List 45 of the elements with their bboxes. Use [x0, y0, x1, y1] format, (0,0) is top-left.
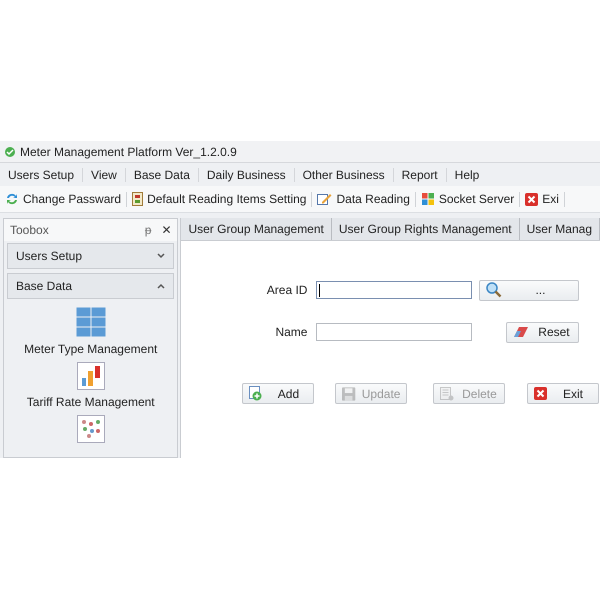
input-field[interactable] — [316, 281, 472, 299]
toolbar-button[interactable]: Data Reading — [312, 192, 416, 206]
save-icon — [342, 386, 356, 400]
scatter-icon — [76, 415, 105, 443]
toolbar-button[interactable]: Socket Server — [416, 192, 520, 206]
refresh-icon — [5, 192, 19, 206]
input-field[interactable] — [316, 323, 472, 341]
toolbar-button[interactable]: Exi — [520, 192, 565, 206]
window-title: Meter Management Platform Ver_1.2.0.9 — [20, 144, 237, 158]
search-icon — [486, 282, 502, 298]
app-icon — [3, 146, 17, 158]
field-label: Name — [274, 325, 308, 339]
accordion-header[interactable]: Users Setup — [7, 243, 174, 269]
menu-item[interactable]: Report — [394, 168, 447, 182]
reset-button[interactable]: Reset — [506, 322, 580, 342]
menu-item[interactable]: Base Data — [126, 168, 199, 182]
bar-chart-icon — [76, 362, 105, 390]
document-icon — [132, 192, 144, 206]
chevron-up-icon — [157, 283, 166, 289]
close-icon — [525, 192, 538, 206]
toolbox-item[interactable]: Tariff Rate Management — [26, 395, 155, 409]
field-label: Area ID — [266, 283, 308, 297]
edit-icon — [317, 192, 332, 206]
windows-icon — [420, 192, 435, 206]
panel-title: Toobox — [10, 223, 49, 237]
action-button[interactable]: Add — [242, 383, 314, 404]
chevron-down-icon — [157, 253, 166, 259]
menu-item[interactable]: Help — [446, 168, 488, 182]
action-button[interactable]: Exit — [527, 383, 600, 404]
toolbox-item[interactable]: Meter Type Management — [24, 342, 158, 356]
menu-item[interactable]: Daily Business — [198, 168, 295, 182]
menu-item[interactable]: Users Setup — [0, 168, 84, 182]
grid-icon — [76, 307, 106, 337]
add-icon — [249, 386, 264, 401]
toolbar-button[interactable]: Change Passward — [0, 192, 128, 206]
menu-item[interactable]: Other Business — [294, 168, 394, 182]
close-icon — [534, 387, 548, 400]
toolbar-button[interactable]: Default Reading Items Setting — [127, 192, 312, 206]
eraser-icon — [513, 326, 530, 338]
document-icon — [440, 386, 454, 400]
search-button[interactable]: ... — [479, 280, 580, 300]
menu-item[interactable]: View — [83, 168, 126, 182]
pin-icon[interactable]: ᵽ — [144, 223, 152, 237]
accordion-header[interactable]: Base Data — [7, 273, 174, 299]
close-icon[interactable]: ✕ — [161, 223, 172, 237]
